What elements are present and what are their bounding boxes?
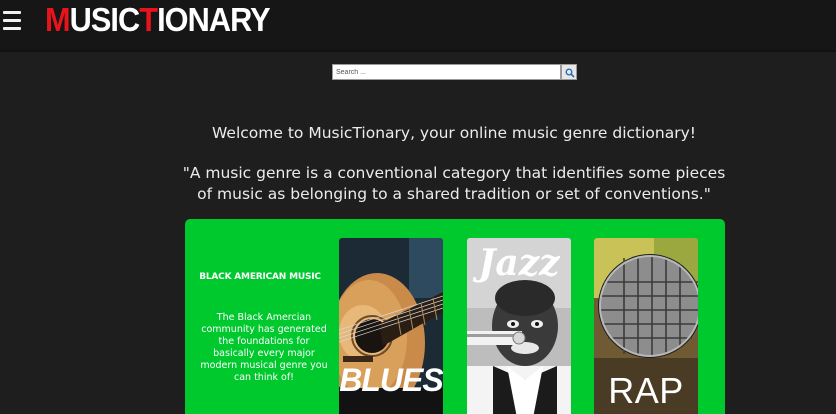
logo-letter-t: T — [139, 1, 158, 38]
hamburger-menu-icon[interactable] — [3, 11, 23, 33]
top-navbar: MUSICTIONARY — [0, 0, 836, 52]
logo-text-ionary: IONARY — [157, 1, 271, 38]
search-button[interactable] — [561, 64, 577, 80]
genre-card-blues[interactable]: BLUES — [339, 238, 443, 414]
genre-label-jazz: Jazz — [478, 242, 560, 284]
genre-label-blues: BLUES — [339, 362, 443, 398]
genre-card-jazz[interactable]: Jazz — [467, 238, 571, 414]
site-logo[interactable]: MUSICTIONARY — [45, 1, 271, 39]
section-description: The Black Amercian community has generat… — [200, 312, 328, 383]
magnifier-icon — [565, 68, 575, 78]
logo-letter-m: M — [45, 1, 71, 38]
genre-label-rap: RAP — [608, 370, 684, 411]
genre-definition-quote: "A music genre is a conventional categor… — [182, 164, 726, 203]
section-title: BLACK AMERICAN MUSIC — [199, 272, 321, 282]
logo-text-usic: USIC — [69, 1, 141, 38]
search-input[interactable] — [332, 64, 561, 80]
welcome-heading: Welcome to MusicTionary, your online mus… — [212, 124, 696, 142]
genre-card-rap[interactable]: RAP — [594, 238, 698, 414]
